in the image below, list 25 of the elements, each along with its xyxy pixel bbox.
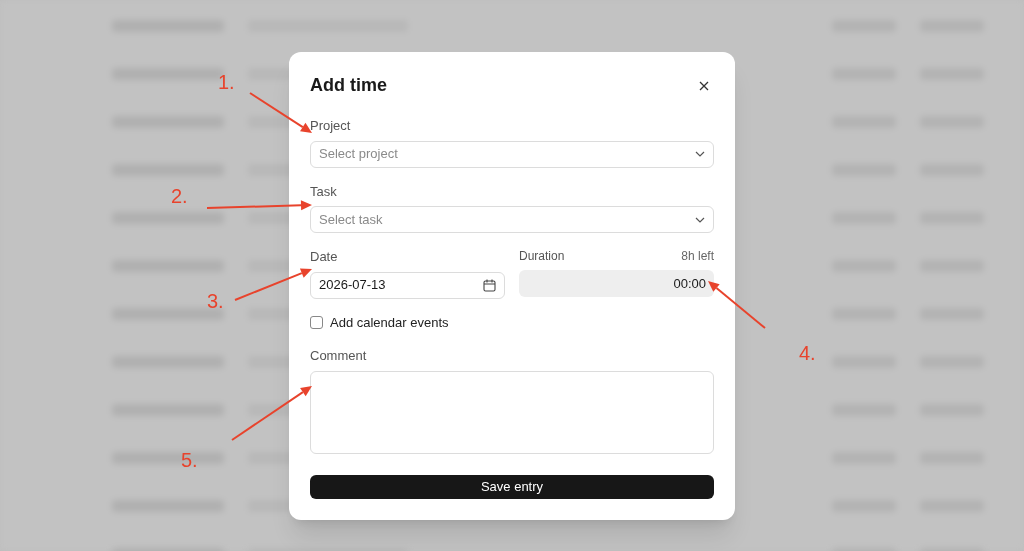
arrow — [708, 281, 766, 329]
date-field[interactable]: 2026-07-13 — [310, 271, 505, 299]
arrow — [249, 92, 312, 133]
comment-field[interactable] — [310, 370, 714, 454]
annotation-number: 5. — [181, 450, 198, 470]
field-label: Comment — [310, 347, 368, 365]
close-icon — [699, 80, 709, 91]
annotation-number: 4. — [799, 343, 816, 363]
chevron-down-icon — [695, 151, 705, 157]
checkbox-label: Add calendar events — [330, 313, 449, 332]
dialog-title: Add time — [310, 74, 387, 97]
project-select[interactable]: Select project — [310, 140, 714, 168]
calendar-icon — [483, 278, 496, 292]
field-label: Task — [310, 182, 338, 201]
hours-left-text: 8h left — [681, 248, 714, 265]
field-label: Date — [310, 248, 338, 266]
field-label: Project — [310, 117, 352, 135]
annotation-number: 3. — [207, 291, 224, 311]
annotation-number: 1. — [218, 72, 235, 92]
field-label: Duration — [519, 248, 565, 265]
task-select[interactable]: Select task — [310, 206, 714, 233]
annotation-number: 2. — [171, 186, 188, 206]
checkbox[interactable] — [310, 315, 323, 329]
save-entry-button[interactable]: Save entry — [310, 474, 714, 499]
chevron-down-icon — [695, 216, 705, 223]
